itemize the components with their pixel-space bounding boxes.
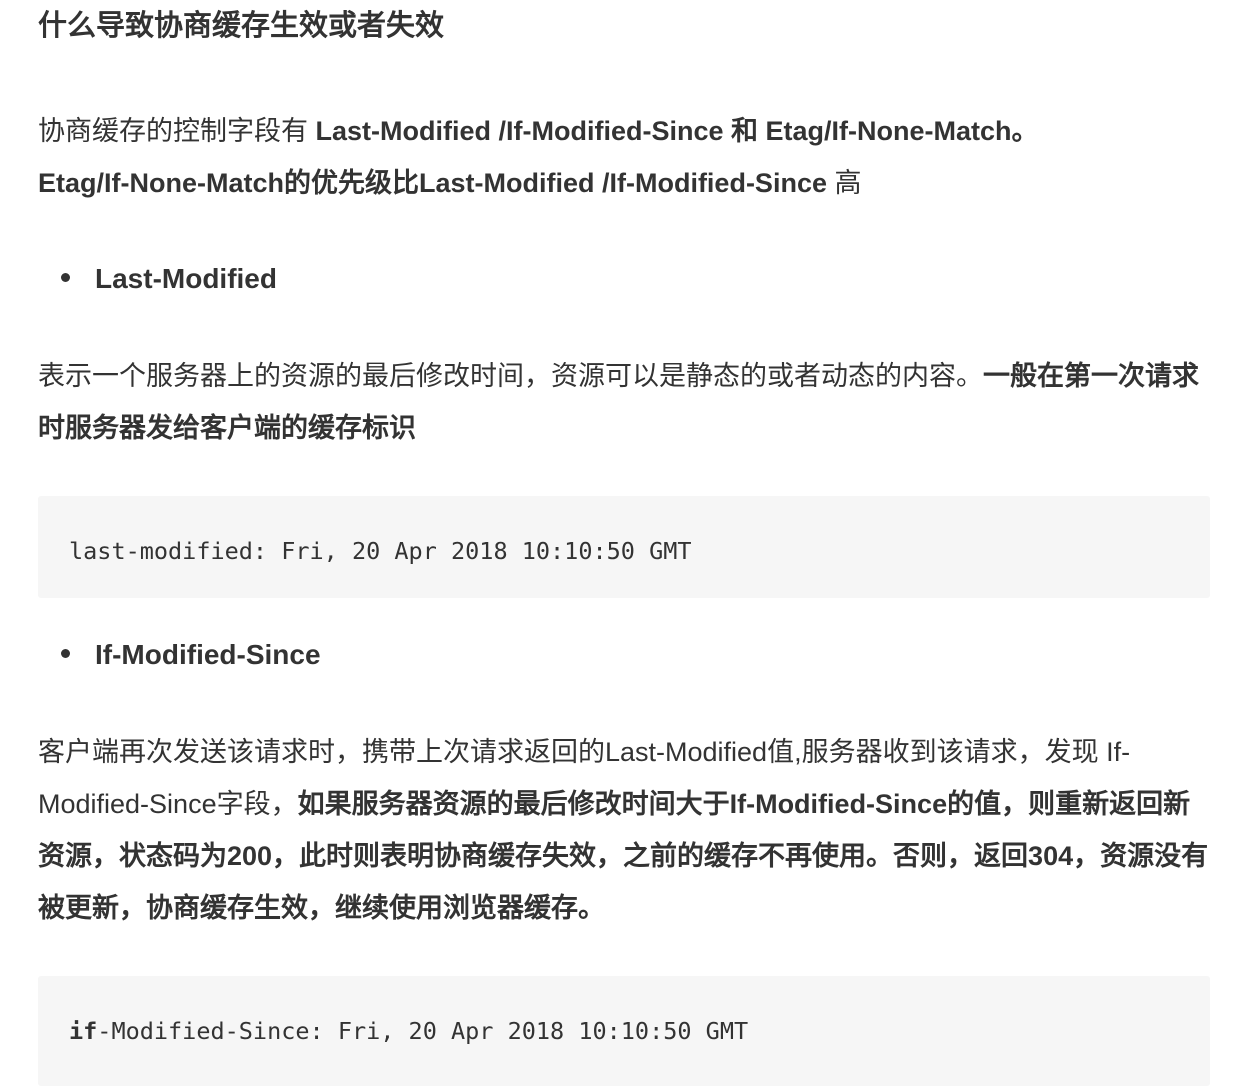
code-block-if-modified-since: if-Modified-Since: Fri, 20 Apr 2018 10:1… [38, 976, 1210, 1086]
code-line: last-modified: Fri, 20 Apr 2018 10:10:50… [69, 537, 692, 565]
code-block-last-modified: last-modified: Fri, 20 Apr 2018 10:10:50… [38, 496, 1210, 598]
intro-line1-prefix: 协商缓存的控制字段有 [38, 116, 316, 146]
bullet-dot-icon [61, 649, 70, 659]
intro-line2-bold: Etag/If-None-Match的优先级比Last-Modified /If… [38, 168, 827, 198]
last-modified-description: 表示一个服务器上的资源的最后修改时间，资源可以是静态的或者动态的内容。一般在第一… [38, 350, 1210, 454]
last-modified-desc-normal: 表示一个服务器上的资源的最后修改时间，资源可以是静态的或者动态的内容。 [38, 361, 983, 391]
intro-paragraph: 协商缓存的控制字段有 Last-Modified /If-Modified-Si… [38, 105, 1210, 209]
code-line: -Modified-Since: Fri, 20 Apr 2018 10:10:… [97, 1017, 749, 1045]
bullet-label: If-Modified-Since [95, 639, 321, 670]
bullet-dot-icon [61, 273, 70, 283]
article-page: 什么导致协商缓存生效或者失效 协商缓存的控制字段有 Last-Modified … [0, 0, 1242, 1086]
intro-line2-suffix: 高 [826, 168, 862, 198]
bullet-label: Last-Modified [95, 263, 277, 294]
code-keyword: if [69, 1017, 98, 1045]
intro-line1-bold: Last-Modified /If-Modified-Since 和 Etag/… [315, 116, 1039, 146]
bullet-if-modified-since: If-Modified-Since [38, 635, 321, 675]
if-modified-since-description: 客户端再次发送该请求时，携带上次请求返回的Last-Modified值,服务器收… [38, 726, 1210, 934]
section-heading: 什么导致协商缓存生效或者失效 [38, 10, 445, 42]
bullet-last-modified: Last-Modified [38, 259, 277, 299]
